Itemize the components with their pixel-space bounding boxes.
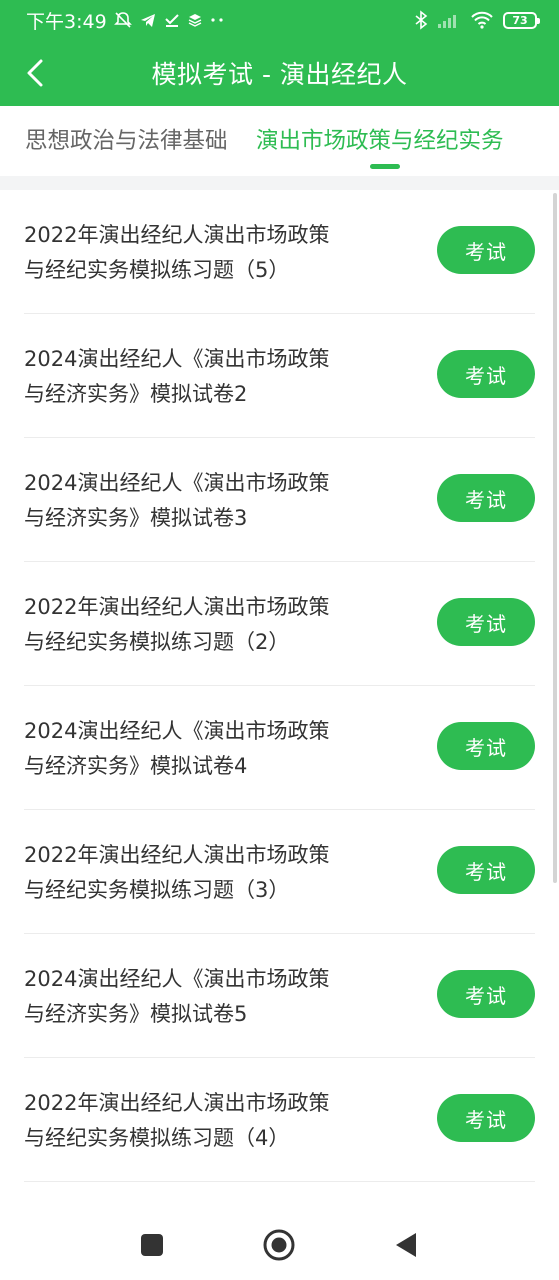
exam-button[interactable]: 考试 <box>437 226 535 274</box>
back-arrow-icon <box>27 59 43 87</box>
list-item: 2024演出经纪人《演出市场政策与经济实务》模拟试卷5 考试 <box>24 934 535 1058</box>
list-item: 2022年演出经纪人演出市场政策与经纪实务模拟练习题（2） 考试 <box>24 562 535 686</box>
status-bar: 下午3:49 73 <box>0 0 559 40</box>
more-dots-icon <box>209 17 225 23</box>
list-item: 2022年演出经纪人演出市场政策与经纪实务模拟练习题（4） 考试 <box>24 1058 535 1182</box>
system-nav-bar <box>0 1210 559 1280</box>
exam-button[interactable]: 考试 <box>437 350 535 398</box>
scrollbar[interactable] <box>553 193 557 883</box>
exam-button[interactable]: 考试 <box>437 970 535 1018</box>
bluetooth-icon <box>414 10 428 30</box>
status-time: 下午3:49 <box>26 10 107 33</box>
list-item: 2024演出经纪人《演出市场政策与经济实务》模拟试卷4 考试 <box>24 686 535 810</box>
exam-title: 2022年演出经纪人演出市场政策与经纪实务模拟练习题（2） <box>24 594 330 654</box>
exam-title: 2022年演出经纪人演出市场政策与经纪实务模拟练习题（3） <box>24 842 330 902</box>
tab-bar: 思想政治与法律基础 演出市场政策与经纪实务 <box>0 106 559 176</box>
battery-level: 73 <box>512 13 528 27</box>
exam-title: 2024演出经纪人《演出市场政策与经济实务》模拟试卷3 <box>24 470 330 530</box>
section-divider <box>0 176 559 190</box>
back-triangle-icon <box>396 1233 416 1257</box>
back-nav-button[interactable] <box>389 1228 423 1262</box>
exam-button[interactable]: 考试 <box>437 474 535 522</box>
tab-market-policy[interactable]: 演出市场政策与经纪实务 <box>256 123 504 155</box>
exam-button[interactable]: 考试 <box>437 1094 535 1142</box>
wifi-icon <box>470 11 494 29</box>
list-item: 2022年演出经纪人演出市场政策与经纪实务模拟练习题（3） 考试 <box>24 810 535 934</box>
tab-politics-law[interactable]: 思想政治与法律基础 <box>25 123 228 155</box>
list-item: 2022年演出经纪人演出市场政策与经纪实务模拟练习题（5） 考试 <box>24 190 535 314</box>
recents-button[interactable] <box>135 1228 169 1262</box>
exam-title: 2022年演出经纪人演出市场政策与经纪实务模拟练习题（5） <box>24 222 330 282</box>
exam-button[interactable]: 考试 <box>437 846 535 894</box>
list-item: 2024演出经纪人《演出市场政策与经济实务》模拟试卷2 考试 <box>24 314 535 438</box>
signal-icon <box>437 12 461 28</box>
telegram-icon <box>139 11 157 29</box>
recents-square-icon <box>141 1234 163 1256</box>
tab-active-indicator <box>370 164 400 169</box>
stack-icon <box>187 12 203 28</box>
exam-title: 2024演出经纪人《演出市场政策与经济实务》模拟试卷5 <box>24 966 330 1026</box>
exam-button[interactable]: 考试 <box>437 598 535 646</box>
exam-list[interactable]: 2022年演出经纪人演出市场政策与经纪实务模拟练习题（5） 考试 2024演出经… <box>0 190 559 1210</box>
app-bar: 模拟考试 - 演出经纪人 <box>0 40 559 106</box>
exam-title: 2022年演出经纪人演出市场政策与经纪实务模拟练习题（4） <box>24 1090 330 1150</box>
status-right: 73 <box>414 10 540 30</box>
home-button[interactable] <box>262 1228 296 1262</box>
home-circle-icon <box>263 1229 295 1261</box>
status-left: 下午3:49 <box>26 7 414 34</box>
back-button[interactable] <box>14 52 56 94</box>
muted-bell-icon <box>113 10 133 30</box>
list-item: 2024演出经纪人《演出市场政策与经济实务》模拟试卷3 考试 <box>24 438 535 562</box>
download-done-icon <box>163 11 181 29</box>
exam-title: 2024演出经纪人《演出市场政策与经济实务》模拟试卷2 <box>24 346 330 406</box>
exam-button[interactable]: 考试 <box>437 722 535 770</box>
page-title: 模拟考试 - 演出经纪人 <box>151 60 408 89</box>
exam-title: 2024演出经纪人《演出市场政策与经济实务》模拟试卷4 <box>24 718 330 778</box>
battery-icon: 73 <box>503 11 540 29</box>
